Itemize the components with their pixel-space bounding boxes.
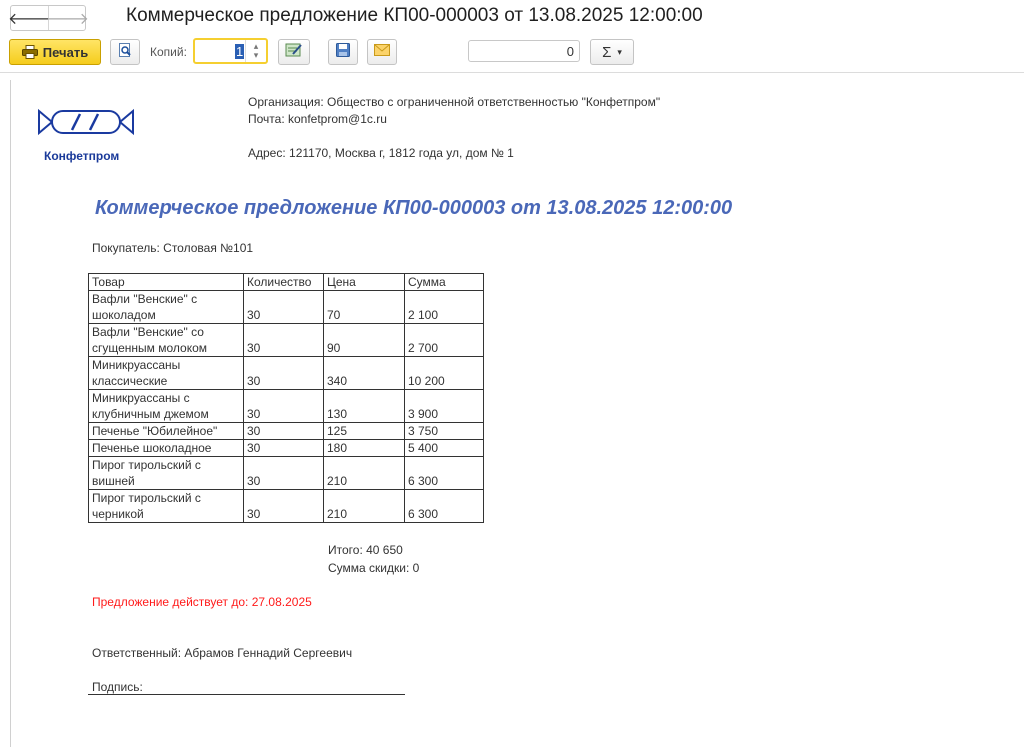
address-line: Адрес: 121170, Москва г, 1812 года ул, д… <box>248 146 514 160</box>
price-cell: 340 <box>323 356 405 390</box>
document-title: Коммерческое предложение КП00-000003 от … <box>95 197 733 219</box>
quantity-cell: 30 <box>243 290 324 324</box>
sum-cell: 2 700 <box>404 323 484 357</box>
product-cell: Миникруассаны с клубничным джемом <box>88 389 244 423</box>
table-row: Пирог тирольский с черникой 30 210 6 300 <box>88 489 484 523</box>
sum-cell: 2 100 <box>404 290 484 324</box>
sum-cell: 10 200 <box>404 356 484 390</box>
print-button[interactable]: Печать <box>9 39 101 65</box>
quantity-cell: 30 <box>243 356 324 390</box>
column-header-price: Цена <box>323 273 405 291</box>
table-row: Вафли "Венские" с шоколадом 30 70 2 100 <box>88 290 484 324</box>
price-cell: 130 <box>323 389 405 423</box>
price-cell: 70 <box>323 290 405 324</box>
table-row: Печенье шоколадное 30 180 5 400 <box>88 439 484 457</box>
sum-value: 0 <box>566 44 574 59</box>
total-line: Итого: 40 650 <box>328 543 403 557</box>
column-header-quantity: Количество <box>243 273 324 291</box>
navigation-buttons: 🡐 🡒 <box>8 5 89 31</box>
company-logo-icon <box>38 108 134 141</box>
table-row: Печенье "Юбилейное" 30 125 3 750 <box>88 422 484 440</box>
sum-cell: 3 750 <box>404 422 484 440</box>
sum-cell: 3 900 <box>404 389 484 423</box>
sum-mode-button[interactable]: Σ ▾ <box>590 39 634 65</box>
signature-label: Подпись: <box>92 680 143 694</box>
back-button[interactable]: 🡐 <box>8 6 51 30</box>
sum-field[interactable]: 0 <box>468 40 580 62</box>
save-icon <box>335 42 351 63</box>
print-button-label: Печать <box>42 44 89 60</box>
price-cell: 90 <box>323 323 405 357</box>
mail-icon <box>374 43 390 61</box>
column-header-product: Товар <box>88 273 244 291</box>
product-cell: Печенье шоколадное <box>88 439 244 457</box>
valid-until-line: Предложение действует до: 27.08.2025 <box>92 595 312 609</box>
quantity-cell: 30 <box>243 422 324 440</box>
arrow-left-icon: 🡐 <box>8 10 51 28</box>
table-row: Пирог тирольский с вишней 30 210 6 300 <box>88 456 484 490</box>
document-edge <box>10 80 11 747</box>
copies-label: Копий: <box>150 45 187 59</box>
product-cell: Печенье "Юбилейное" <box>88 422 244 440</box>
price-cell: 180 <box>323 439 405 457</box>
send-email-button[interactable] <box>367 39 397 65</box>
save-button[interactable] <box>328 39 358 65</box>
edit-button[interactable] <box>278 39 310 65</box>
copies-input[interactable]: 1 ▴ ▾ <box>193 38 268 64</box>
title-bar: 🡐 🡒 Коммерческое предложение КП00-000003… <box>0 0 1024 36</box>
email-line: Почта: konfetprom@1c.ru <box>248 112 387 126</box>
product-cell: Миникруассаны классические <box>88 356 244 390</box>
quantity-cell: 30 <box>243 456 324 490</box>
table-row: Миникруассаны классические 30 340 10 200 <box>88 356 484 390</box>
product-cell: Вафли "Венские" со сгущенным молоком <box>88 323 244 357</box>
product-cell: Вафли "Венские" с шоколадом <box>88 290 244 324</box>
preview-icon <box>117 42 133 63</box>
price-cell: 210 <box>323 489 405 523</box>
table-row: Миникруассаны с клубничным джемом 30 130 … <box>88 389 484 423</box>
sum-cell: 6 300 <box>404 456 484 490</box>
table-row: Вафли "Венские" со сгущенным молоком 30 9… <box>88 323 484 357</box>
sum-cell: 6 300 <box>404 489 484 523</box>
quantity-cell: 30 <box>243 489 324 523</box>
printer-icon <box>21 45 38 59</box>
sigma-icon: Σ <box>602 43 612 61</box>
responsible-line: Ответственный: Абрамов Геннадий Сергееви… <box>92 646 353 660</box>
product-cell: Пирог тирольский с вишней <box>88 456 244 490</box>
quantity-cell: 30 <box>243 389 324 423</box>
table-header-row: Товар Количество Цена Сумма <box>88 273 484 291</box>
quantity-cell: 30 <box>243 439 324 457</box>
column-header-sum: Сумма <box>404 273 484 291</box>
quantity-cell: 30 <box>243 323 324 357</box>
forward-button[interactable]: 🡒 <box>46 6 89 30</box>
signature-line <box>88 694 405 695</box>
organization-line: Организация: Общество с ограниченной отв… <box>248 95 661 109</box>
items-table: Товар Количество Цена Сумма Вафли "Венск… <box>88 273 484 523</box>
price-cell: 125 <box>323 422 405 440</box>
toolbar: Печать Копий: 1 ▴ ▾ 0 Σ ▾ <box>0 37 1024 69</box>
copies-value: 1 <box>235 44 245 59</box>
edit-icon <box>285 42 303 63</box>
spinner-icon[interactable]: ▴ ▾ <box>245 40 266 62</box>
product-cell: Пирог тирольский с черникой <box>88 489 244 523</box>
discount-line: Сумма скидки: 0 <box>328 561 420 575</box>
sum-cell: 5 400 <box>404 439 484 457</box>
company-logo-name: Конфетпром <box>44 149 120 163</box>
price-cell: 210 <box>323 456 405 490</box>
preview-button[interactable] <box>110 39 140 65</box>
chevron-down-icon: ▾ <box>617 46 622 57</box>
arrow-right-icon: 🡒 <box>46 10 89 28</box>
window-title: Коммерческое предложение КП00-000003 от … <box>126 5 703 26</box>
buyer-line: Покупатель: Столовая №101 <box>92 241 254 255</box>
